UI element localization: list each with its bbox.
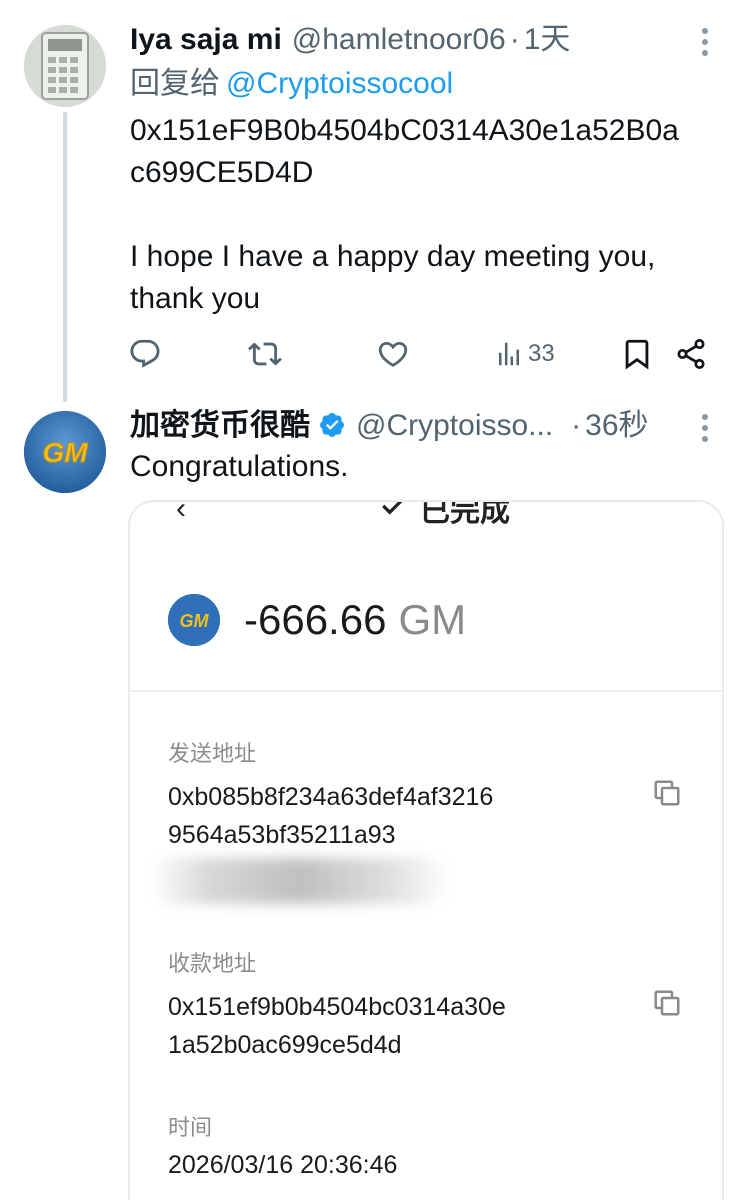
time-label: 时间 xyxy=(168,1115,213,1140)
send-address-label: 发送地址 xyxy=(168,741,257,766)
receive-address-label: 收款地址 xyxy=(168,951,257,976)
reply-mention-link[interactable]: @Cryptoissocool xyxy=(226,67,453,100)
display-name[interactable]: Iya saja mi xyxy=(130,20,282,60)
back-arrow-icon: ‹ xyxy=(176,502,186,525)
time-value: 2026/03/16 20:36:46 xyxy=(168,1151,398,1179)
token-logo-text: GM xyxy=(180,611,210,631)
copy-icon[interactable] xyxy=(652,778,682,808)
send-address-value: 0xb085b8f234a63def4af3216 9564a53bf35211… xyxy=(168,778,588,854)
tweet-header: 加密货币很酷 @Cryptoisso... · 36秒 xyxy=(130,406,649,446)
tweet-text-line: I hope I have a happy day meeting you, xyxy=(130,240,656,273)
views-button[interactable]: 33 xyxy=(494,332,555,376)
amount-row: GM -666.66 GM xyxy=(168,594,466,646)
status-header: 已完成 xyxy=(380,502,510,526)
tweet-header: Iya saja mi @hamletnoor06 · 1天 xyxy=(130,20,570,60)
tweet-text-line: thank you xyxy=(130,282,261,315)
separator: · xyxy=(509,23,520,56)
more-options-icon[interactable] xyxy=(693,22,717,62)
avatar-image: GM xyxy=(24,411,106,493)
receive-address-value: 0x151ef9b0b4504bc0314a30e 1a52b0ac699ce5… xyxy=(168,988,588,1064)
timestamp[interactable]: 1天 xyxy=(524,20,571,60)
send-address-line: 0xb085b8f234a63def4af3216 xyxy=(168,783,494,811)
handle[interactable]: @Cryptoisso... xyxy=(356,406,553,446)
avatar-image xyxy=(24,25,106,107)
amount-unit: GM xyxy=(398,596,467,643)
copy-icon[interactable] xyxy=(652,988,682,1018)
reply-prefix: 回复给 xyxy=(130,67,220,100)
heart-icon xyxy=(378,341,408,367)
views-chart-icon xyxy=(499,342,519,366)
share-icon xyxy=(677,339,705,369)
redacted-blur xyxy=(150,858,450,904)
receive-address-line: 0x151ef9b0b4504bc0314a30e xyxy=(168,993,506,1021)
tweet-text-line: 0x151eF9B0b4504bC0314A30e1a52B0a xyxy=(130,114,679,147)
receive-address-line: 1a52b0ac699ce5d4d xyxy=(168,1031,402,1059)
tweet-body: 0x151eF9B0b4504bC0314A30e1a52B0a c699CE5… xyxy=(130,110,730,320)
reply-button[interactable] xyxy=(128,332,162,376)
repost-icon xyxy=(248,342,282,366)
amount: -666.66 GM xyxy=(244,596,466,644)
verified-badge-icon xyxy=(320,413,344,437)
tweet-text-line: c699CE5D4D xyxy=(130,156,314,189)
amount-value: -666.66 xyxy=(244,596,387,643)
timestamp[interactable]: 36秒 xyxy=(585,406,648,446)
status-title: 已完成 xyxy=(420,502,510,526)
repost-button[interactable] xyxy=(248,332,282,376)
more-options-icon[interactable] xyxy=(693,408,717,448)
attached-image[interactable]: ‹ 已完成 GM -666.66 GM 发送地址 0xb085b8f234a63… xyxy=(128,500,724,1200)
views-count: 33 xyxy=(528,340,555,367)
send-address-line: 9564a53bf35211a93 xyxy=(168,821,396,849)
token-logo: GM xyxy=(168,594,220,646)
bookmark-icon xyxy=(625,339,649,370)
thread-connector xyxy=(63,112,67,402)
avatar[interactable]: GM xyxy=(24,411,106,493)
share-button[interactable] xyxy=(674,332,708,376)
tweet-thread: Iya saja mi @hamletnoor06 · 1天 回复给 @Crypt… xyxy=(0,0,746,1200)
separator: · xyxy=(571,409,582,442)
tweet-actions: 33 xyxy=(128,332,718,376)
display-name[interactable]: 加密货币很酷 xyxy=(130,406,310,446)
tweet-text: Congratulations. xyxy=(130,450,349,483)
like-button[interactable] xyxy=(376,332,410,376)
reply-context: 回复给 @Cryptoissocool xyxy=(130,64,453,104)
bookmark-button[interactable] xyxy=(620,332,654,376)
handle[interactable]: @hamletnoor06 xyxy=(292,20,506,60)
check-icon xyxy=(382,502,403,515)
divider xyxy=(130,690,722,692)
media-top-bar: ‹ 已完成 xyxy=(130,502,722,526)
reply-icon xyxy=(130,339,160,368)
avatar[interactable] xyxy=(24,25,106,107)
gm-token-icon: GM xyxy=(168,594,220,646)
avatar-gm-text: GM xyxy=(42,437,88,468)
